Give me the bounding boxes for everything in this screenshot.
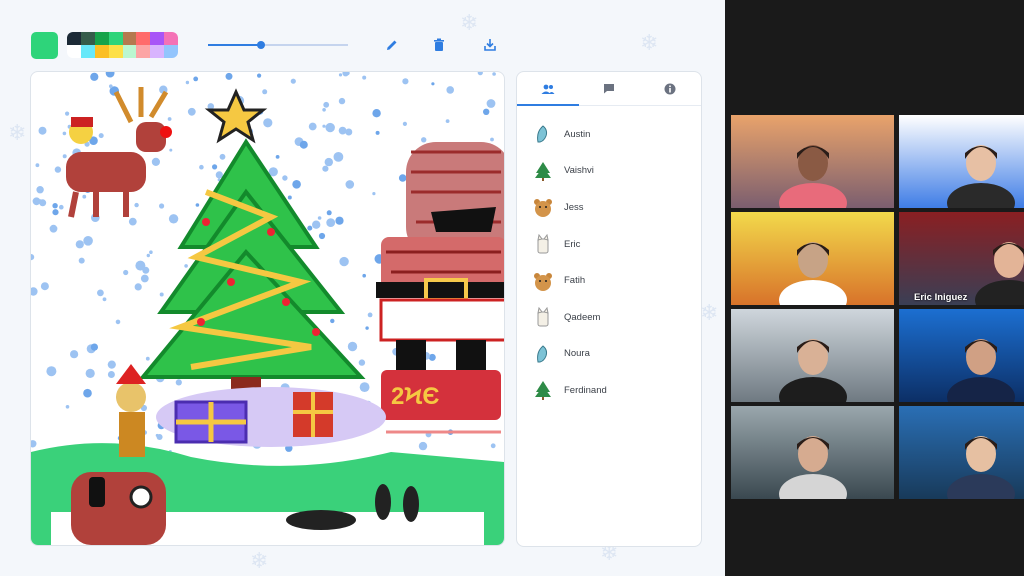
active-tab-indicator xyxy=(517,104,579,106)
snowflake-decoration: ❄ xyxy=(250,548,269,573)
player-name: Vaishvi xyxy=(564,165,594,177)
player-row: Qadeem xyxy=(517,299,701,336)
panel-tabs xyxy=(517,72,701,106)
player-name: Fatih xyxy=(564,275,586,287)
participant-video-tile[interactable] xyxy=(899,406,1024,499)
tab-players[interactable] xyxy=(517,72,578,105)
palette-swatch[interactable] xyxy=(136,45,151,58)
palette-swatch[interactable] xyxy=(164,45,178,58)
palette-swatch[interactable] xyxy=(108,45,123,58)
palette-swatch[interactable] xyxy=(80,32,95,45)
player-name: Eric xyxy=(564,238,581,250)
palette-swatch[interactable] xyxy=(122,32,137,45)
svg-text:2ϞЄ: 2ϞЄ xyxy=(391,383,439,410)
participant-video-tile[interactable] xyxy=(731,406,894,499)
palette-swatch[interactable] xyxy=(94,45,109,58)
reindeer-drawing xyxy=(66,87,172,218)
cat-icon xyxy=(533,233,553,255)
cat-icon xyxy=(533,306,553,328)
trash-icon[interactable] xyxy=(430,36,448,54)
tree-icon xyxy=(533,379,553,401)
participant-video-tile[interactable] xyxy=(731,212,894,305)
player-row: Vaishvi xyxy=(517,153,701,190)
palette-swatch[interactable] xyxy=(67,32,81,45)
brush-size-slider[interactable] xyxy=(208,41,348,49)
palette-swatch[interactable] xyxy=(164,32,178,45)
pencil-icon[interactable] xyxy=(383,36,401,54)
player-row: Ferdinand xyxy=(517,372,701,409)
participant-video-tile[interactable] xyxy=(731,115,894,208)
player-list: Austin Vaishvi Jess Eric Fatih Qadeem Noura Fer… xyxy=(517,106,701,409)
palette-swatch[interactable] xyxy=(94,32,109,45)
palette-swatch[interactable] xyxy=(150,32,165,45)
tab-info[interactable] xyxy=(640,72,701,105)
palette-swatch[interactable] xyxy=(150,45,165,58)
train-drawing xyxy=(71,472,166,545)
tab-chat[interactable] xyxy=(578,72,639,105)
player-row: Eric xyxy=(517,226,701,263)
participant-name-label: Eric Iniguez xyxy=(914,292,968,303)
snowflake-decoration: ❄ xyxy=(640,30,659,55)
brush-size-thumb[interactable] xyxy=(257,41,266,49)
drawing-app: ❄ ❄ ❄ ❄ ❄ ❄ 2ϞЄ Austin Vaishvi Jess Eric… xyxy=(0,0,725,576)
people-icon xyxy=(541,84,555,94)
player-name: Qadeem xyxy=(564,311,601,323)
player-row: Jess xyxy=(517,189,701,226)
participant-video-tile[interactable] xyxy=(731,309,894,402)
tree-icon xyxy=(533,160,553,182)
santa-drawing xyxy=(376,142,504,380)
participant-video-tile[interactable] xyxy=(899,309,1024,402)
snowflake-decoration: ❄ xyxy=(460,10,479,35)
participant-video-tile[interactable] xyxy=(899,115,1024,208)
player-row: Fatih xyxy=(517,262,701,299)
player-name: Ferdinand xyxy=(564,384,607,396)
dolphin-icon xyxy=(533,123,553,145)
current-color-swatch[interactable] xyxy=(31,32,58,59)
snowflake-decoration: ❄ xyxy=(8,120,27,145)
bear-icon xyxy=(533,196,553,218)
palette-swatch[interactable] xyxy=(108,32,123,45)
palette-swatch[interactable] xyxy=(136,32,151,45)
palette-swatch[interactable] xyxy=(122,45,137,58)
snowflake-decoration: ❄ xyxy=(700,300,719,325)
info-icon xyxy=(664,83,676,94)
palette-swatch[interactable] xyxy=(80,45,95,58)
player-name: Jess xyxy=(564,201,584,213)
participant-video-tile[interactable]: Eric Iniguez xyxy=(899,212,1024,305)
download-icon[interactable] xyxy=(481,36,499,54)
chat-icon xyxy=(603,84,614,94)
color-palette xyxy=(67,32,178,58)
player-name: Austin xyxy=(564,128,591,140)
dolphin-icon xyxy=(533,343,553,365)
player-row: Austin xyxy=(517,116,701,153)
side-panel: Austin Vaishvi Jess Eric Fatih Qadeem Noura Fer… xyxy=(516,71,702,547)
palette-swatch[interactable] xyxy=(67,45,81,58)
christmas-tree-drawing xyxy=(138,88,366,405)
sleigh-drawing: 2ϞЄ xyxy=(381,370,501,434)
brush-size-fill xyxy=(208,44,262,46)
bear-icon xyxy=(533,270,553,292)
drawing-canvas[interactable]: 2ϞЄ xyxy=(30,71,505,546)
video-call-grid: Eric Iniguez xyxy=(725,0,1024,576)
player-name: Noura xyxy=(564,348,590,360)
player-row: Noura xyxy=(517,336,701,373)
